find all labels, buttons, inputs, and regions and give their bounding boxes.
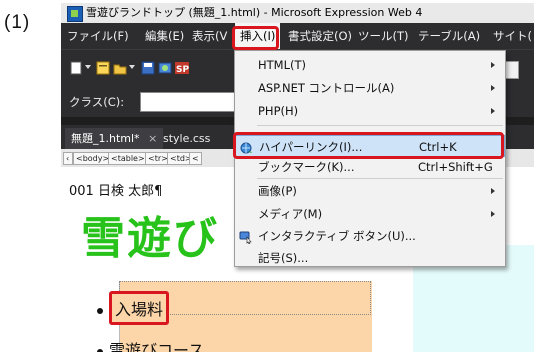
tab-label: 無題_1.html* bbox=[71, 132, 140, 145]
menu-edit[interactable]: 編集(E) bbox=[145, 23, 184, 49]
save-icon[interactable] bbox=[141, 60, 155, 75]
menu-item-label: 画像(P) bbox=[258, 184, 297, 198]
submenu-arrow-icon bbox=[491, 85, 495, 91]
bullet-icon bbox=[97, 307, 103, 314]
menu-item-shortcut: Ctrl+Shift+G bbox=[418, 160, 493, 174]
bullet-icon bbox=[97, 348, 103, 352]
interactive-button-icon bbox=[239, 229, 253, 245]
list-item[interactable]: 入場料 bbox=[97, 291, 170, 325]
menu-file[interactable]: ファイル(F) bbox=[67, 23, 129, 49]
menu-item-label: メディア(M) bbox=[258, 207, 323, 221]
title-bar: 雪遊びランドトップ (無題_1.html) - Microsoft Expres… bbox=[61, 3, 534, 23]
submenu-arrow-icon bbox=[491, 188, 495, 194]
app-window: 雪遊びランドトップ (無題_1.html) - Microsoft Expres… bbox=[61, 3, 534, 352]
menu-item-media[interactable]: メディア(M) bbox=[235, 203, 505, 225]
menu-tools[interactable]: ツール(T) bbox=[358, 23, 409, 49]
menu-bar: ファイル(F) 編集(E) 表示(V 挿入(I) 書式設定(O) ツール(T) … bbox=[61, 23, 534, 49]
expression-web-app-icon bbox=[67, 6, 83, 22]
new-dropdown-icon[interactable] bbox=[85, 65, 91, 69]
tab-style-css[interactable]: style.css bbox=[157, 128, 216, 149]
menu-item-bookmark[interactable]: ブックマーク(K)... Ctrl+Shift+G bbox=[235, 156, 505, 178]
menu-separator bbox=[257, 125, 503, 126]
breadcrumb-scroll-icon[interactable]: ‹ bbox=[63, 152, 73, 165]
sp-icon[interactable]: SP bbox=[175, 60, 189, 75]
tab-close-icon[interactable]: × bbox=[148, 132, 157, 145]
menu-table[interactable]: テーブル(A) bbox=[418, 23, 480, 49]
menu-item-label: ブックマーク(K)... bbox=[258, 160, 355, 174]
menu-item-aspnet[interactable]: ASP.NET コントロール(A) bbox=[235, 77, 505, 99]
author-line: 001 日検 太郎¶ bbox=[69, 184, 163, 199]
menu-item-html[interactable]: HTML(T) bbox=[235, 54, 505, 76]
new-page-icon[interactable] bbox=[69, 60, 83, 75]
menu-item-label: HTML(T) bbox=[258, 58, 306, 72]
menu-format[interactable]: 書式設定(O) bbox=[288, 23, 352, 49]
crumb-more[interactable]: < bbox=[189, 152, 202, 165]
list-item[interactable]: 雪遊びコース bbox=[97, 337, 204, 352]
step-label: (1) bbox=[4, 12, 31, 33]
list-item-entrance-fee[interactable]: 入場料 bbox=[109, 291, 170, 325]
open-folder-icon[interactable] bbox=[113, 60, 127, 75]
insert-menu-callout bbox=[232, 26, 279, 50]
menu-item-symbol[interactable]: 記号(S)... bbox=[235, 247, 505, 269]
menu-item-label: PHP(H) bbox=[258, 104, 299, 118]
submenu-arrow-icon bbox=[491, 62, 495, 68]
submenu-arrow-icon bbox=[491, 108, 495, 114]
menu-separator bbox=[257, 178, 503, 179]
menu-item-label: 記号(S)... bbox=[258, 251, 309, 265]
menu-view[interactable]: 表示(V bbox=[192, 23, 227, 49]
window-title: 雪遊びランドトップ (無題_1.html) - Microsoft Expres… bbox=[86, 6, 423, 19]
web-page-icon[interactable] bbox=[96, 60, 110, 75]
class-label: クラス(C): bbox=[69, 95, 125, 109]
svg-text:SP: SP bbox=[176, 65, 189, 75]
open-dropdown-icon[interactable] bbox=[129, 65, 135, 69]
class-input[interactable] bbox=[140, 92, 238, 112]
menu-item-php[interactable]: PHP(H) bbox=[235, 100, 505, 122]
list-item-course[interactable]: 雪遊びコース bbox=[109, 341, 204, 352]
heading-text: 雪遊び bbox=[81, 213, 219, 264]
menu-site[interactable]: サイト( bbox=[493, 23, 532, 49]
submenu-arrow-icon bbox=[491, 211, 495, 217]
menu-item-image[interactable]: 画像(P) bbox=[235, 180, 505, 202]
crumb-table[interactable]: <table> bbox=[108, 152, 148, 165]
hyperlink-callout bbox=[233, 132, 504, 159]
crumb-body[interactable]: <body> bbox=[73, 152, 113, 165]
menu-item-interactive-button[interactable]: インタラクティブ ボタン(U)... bbox=[235, 225, 505, 247]
tab-untitled-1[interactable]: 無題_1.html* × bbox=[65, 128, 164, 149]
menu-item-label: ASP.NET コントロール(A) bbox=[258, 81, 395, 95]
publish-icon[interactable] bbox=[158, 60, 172, 74]
menu-item-label: インタラクティブ ボタン(U)... bbox=[258, 229, 416, 243]
